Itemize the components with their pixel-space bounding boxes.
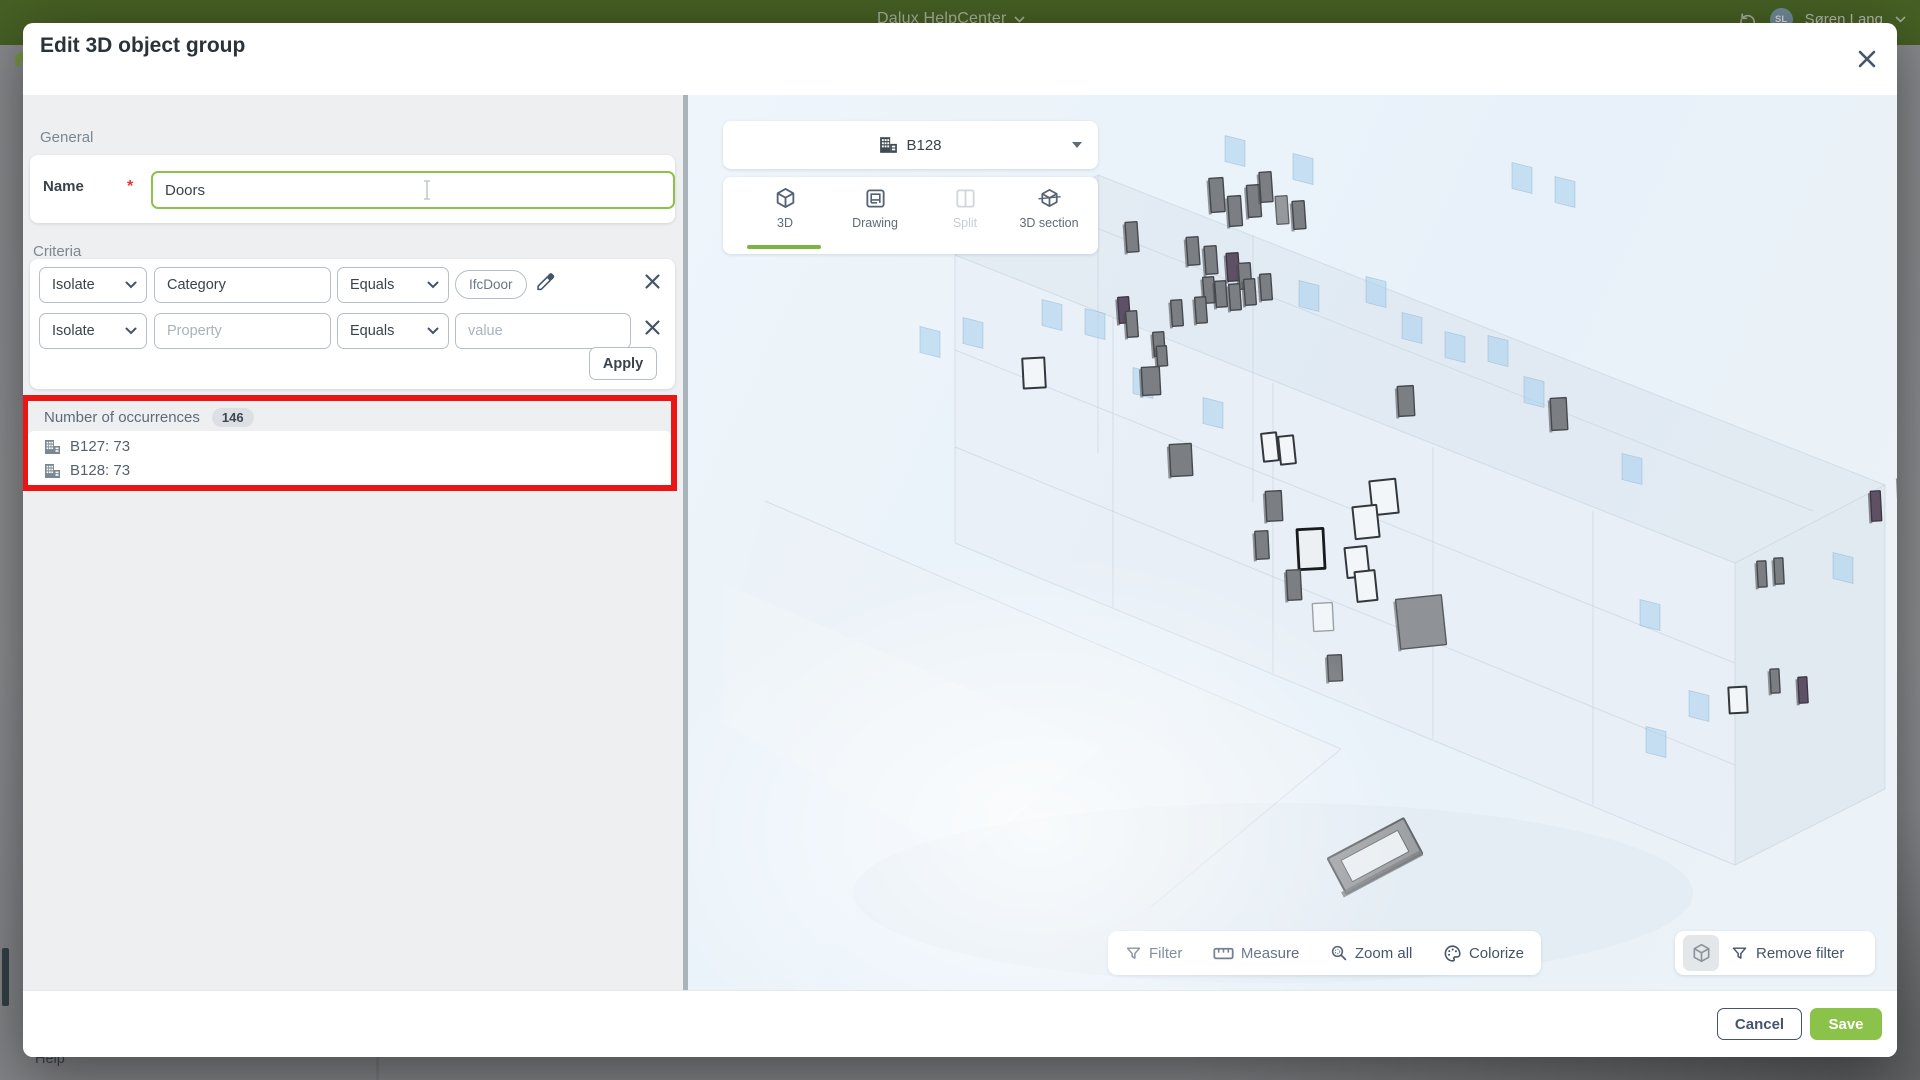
ruler-icon [1213, 946, 1234, 961]
tab-3d-section[interactable]: 3D section [1007, 186, 1091, 230]
model-viewport[interactable]: B128 3D Drawing [688, 95, 1897, 990]
tab-label: Split [953, 216, 977, 230]
dropdown-caret-icon [1072, 142, 1082, 148]
criteria-action-select[interactable]: Isolate [39, 313, 147, 349]
zoom-all-button[interactable]: Zoom all [1330, 944, 1413, 962]
building-icon [44, 463, 61, 479]
criteria-field-input[interactable]: Category [154, 267, 331, 303]
cube-toggle-button[interactable] [1683, 935, 1719, 971]
ibeam-cursor-icon [421, 180, 433, 200]
building-icon [44, 439, 61, 455]
edit-3d-object-group-dialog: Edit 3D object group General Name * Door… [23, 23, 1897, 1057]
cube-icon [1691, 942, 1712, 964]
criteria-card: Isolate Category Equals IfcDoor [30, 259, 675, 389]
building-selector-value: B128 [906, 137, 941, 154]
list-item: B127: 73 [44, 438, 130, 455]
tab-split: Split [923, 186, 1007, 230]
active-tab-indicator [747, 245, 821, 249]
occurrences-header: Number of occurrences 146 [44, 408, 254, 427]
tab-label: Drawing [852, 216, 898, 230]
building-selector[interactable]: B128 [723, 121, 1098, 169]
list-item: B128: 73 [44, 462, 130, 479]
tab-3d[interactable]: 3D [743, 186, 827, 230]
criteria-operator-select[interactable]: Equals [337, 313, 449, 349]
occurrences-count-badge: 146 [212, 408, 254, 427]
occurrences-label: Number of occurrences [44, 409, 200, 426]
occurrences-highlight-box: Number of occurrences 146 B127: 73 [23, 395, 677, 491]
chip-value: IfcDoor [469, 277, 513, 292]
remove-row-icon[interactable] [643, 272, 662, 291]
criteria-operator-select[interactable]: Equals [337, 267, 449, 303]
chevron-down-icon [427, 327, 439, 335]
name-input[interactable]: Doors [151, 171, 675, 209]
occurrences-list: B127: 73 B128: 73 [28, 431, 671, 485]
cube-section-icon [1037, 186, 1062, 210]
magnifier-icon [1330, 944, 1348, 962]
operator-value: Equals [338, 277, 394, 293]
palette-icon [1443, 944, 1462, 963]
required-marker: * [127, 178, 133, 196]
apply-button[interactable]: Apply [589, 347, 657, 380]
tab-label: 3D [777, 216, 793, 230]
close-icon[interactable] [1854, 46, 1880, 72]
criteria-section-label: Criteria [33, 243, 81, 260]
screen: Dalux HelpCenter SL Søren Lang Help [0, 0, 1920, 1080]
tool-label: Filter [1149, 945, 1182, 962]
dialog-footer: Cancel Save [23, 990, 1897, 1057]
criteria-action-select[interactable]: Isolate [39, 267, 147, 303]
tool-label: Zoom all [1355, 945, 1413, 962]
cancel-button[interactable]: Cancel [1717, 1008, 1802, 1040]
chevron-down-icon [427, 281, 439, 289]
remove-row-icon[interactable] [643, 318, 662, 337]
name-label: Name [43, 178, 84, 195]
colorize-button[interactable]: Colorize [1443, 944, 1524, 963]
value-placeholder: value [456, 323, 503, 339]
filter-button[interactable]: Filter [1125, 945, 1182, 962]
measure-button[interactable]: Measure [1213, 945, 1299, 962]
tool-label: Colorize [1469, 945, 1524, 962]
remove-filter-button[interactable]: Remove filter [1731, 945, 1844, 962]
building-icon [879, 136, 898, 154]
general-section-label: General [40, 129, 93, 146]
action-value: Isolate [40, 323, 95, 339]
chevron-down-icon [125, 281, 137, 289]
view-mode-tabs: 3D Drawing Split [723, 177, 1098, 254]
save-button[interactable]: Save [1810, 1008, 1882, 1040]
edit-pencil-icon[interactable] [535, 271, 556, 292]
criteria-value-input[interactable]: value [455, 313, 631, 349]
chevron-down-icon [125, 327, 137, 335]
criteria-field-input[interactable]: Property [154, 313, 331, 349]
tab-drawing[interactable]: Drawing [833, 186, 917, 230]
action-value: Isolate [40, 277, 95, 293]
name-value: Doors [165, 182, 205, 199]
tool-label: Measure [1241, 945, 1299, 962]
criteria-panel: General Name * Doors Criteria Isolate [23, 95, 683, 990]
occurrence-value: B128: 73 [70, 462, 130, 479]
occurrence-value: B127: 73 [70, 438, 130, 455]
filter-icon [1731, 945, 1748, 962]
criteria-value-chip[interactable]: IfcDoor [455, 270, 527, 299]
split-view-icon [954, 186, 977, 210]
filter-icon [1125, 945, 1142, 962]
remove-filter-text: Remove filter [1756, 945, 1844, 962]
drawing-icon [864, 186, 887, 210]
cube-icon [774, 186, 797, 210]
field-value: Category [155, 277, 226, 293]
tab-label: 3D section [1019, 216, 1078, 230]
viewer-toolbar: Filter Measure Zoom all [1108, 931, 1541, 975]
name-card: Name * Doors [30, 155, 675, 223]
field-placeholder: Property [155, 323, 222, 339]
operator-value: Equals [338, 323, 394, 339]
remove-filter-group: Remove filter [1675, 931, 1875, 975]
dialog-title: Edit 3D object group [40, 34, 245, 58]
